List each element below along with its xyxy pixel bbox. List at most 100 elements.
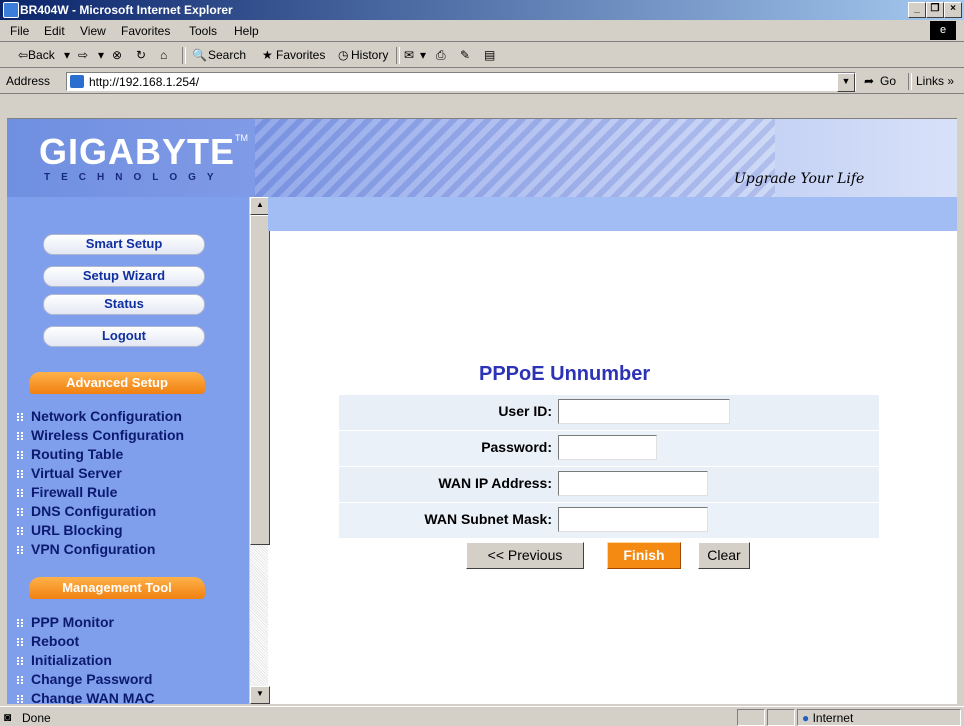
- password-input[interactable]: [558, 435, 657, 460]
- forward-dropdown-icon[interactable]: ▾: [98, 48, 104, 62]
- scroll-down-icon[interactable]: ▼: [250, 686, 270, 704]
- status-page-icon: ◙: [4, 710, 12, 724]
- sidebar-item-wireless-configuration[interactable]: Wireless Configuration: [17, 428, 184, 443]
- go-button[interactable]: Go: [880, 74, 896, 88]
- bullet-icon: [17, 638, 23, 646]
- sidebar-scrollbar[interactable]: ▲ ▼: [249, 197, 270, 704]
- wan-ip-address-label: WAN IP Address:: [438, 475, 552, 491]
- sidebar-item-ppp-monitor[interactable]: PPP Monitor: [17, 615, 114, 630]
- search-icon: 🔍: [192, 48, 207, 62]
- stop-button[interactable]: ⊗: [112, 48, 122, 62]
- form-row-user-id: User ID:: [339, 395, 879, 430]
- sidebar-item-change-wan-mac[interactable]: Change WAN MAC: [17, 691, 155, 704]
- password-label: Password:: [481, 439, 552, 455]
- links-button[interactable]: Links »: [916, 74, 954, 88]
- bullet-icon: [17, 619, 23, 627]
- address-input[interactable]: http://192.168.1.254/ ▼: [66, 72, 856, 92]
- mail-dropdown-icon[interactable]: ▾: [420, 48, 426, 62]
- gigabyte-logo: GIGABYTE: [39, 131, 236, 172]
- home-button[interactable]: ⌂: [160, 48, 167, 62]
- address-dropdown-button[interactable]: ▼: [837, 73, 855, 92]
- maximize-button[interactable]: ❐: [926, 2, 944, 18]
- clear-button[interactable]: Clear: [698, 542, 750, 569]
- forward-button[interactable]: ⇨: [78, 48, 88, 62]
- form-row-password: Password:: [339, 431, 879, 466]
- scroll-up-icon[interactable]: ▲: [250, 197, 270, 215]
- trademark-mark: TM: [235, 133, 248, 143]
- go-arrow-icon[interactable]: ➦: [864, 74, 874, 88]
- standard-toolbar: ⇦Back ▾ ⇨ ▾ ⊗ ↻ ⌂ 🔍 Search ★ Favorites ◷…: [0, 43, 964, 68]
- bullet-icon: [17, 508, 23, 516]
- menu-view[interactable]: View: [80, 24, 106, 38]
- bullet-icon: [17, 527, 23, 535]
- menu-edit[interactable]: Edit: [44, 24, 65, 38]
- ie-throbber-logo: e: [930, 21, 956, 40]
- back-dropdown-icon[interactable]: ▾: [64, 48, 70, 62]
- favorites-button[interactable]: Favorites: [276, 48, 325, 62]
- bullet-icon: [17, 451, 23, 459]
- mail-icon[interactable]: ✉: [404, 48, 414, 62]
- menu-favorites[interactable]: Favorites: [121, 24, 170, 38]
- bullet-icon: [17, 657, 23, 665]
- discuss-icon[interactable]: ▤: [484, 48, 495, 62]
- status-zone: Internet: [812, 711, 854, 725]
- sidebar-item-reboot[interactable]: Reboot: [17, 634, 79, 649]
- address-bar: Address http://192.168.1.254/ ▼ ➦ Go Lin…: [0, 69, 964, 94]
- menu-file[interactable]: File: [10, 24, 29, 38]
- bullet-icon: [17, 676, 23, 684]
- sidebar-item-change-password[interactable]: Change Password: [17, 672, 152, 687]
- status-button[interactable]: Status: [43, 294, 205, 315]
- wan-subnet-mask-input[interactable]: [558, 507, 708, 532]
- scrollbar-thumb[interactable]: [250, 215, 270, 545]
- banner-slogan: Upgrade Your Life: [734, 171, 865, 187]
- print-icon[interactable]: ⎙: [436, 48, 446, 63]
- previous-button[interactable]: << Previous: [466, 542, 584, 569]
- page-title: PPPoE Unnumber: [479, 363, 651, 385]
- sidebar-item-initialization[interactable]: Initialization: [17, 653, 112, 668]
- wan-ip-address-input[interactable]: [558, 471, 708, 496]
- banner-keyboard-image: [255, 119, 775, 197]
- setup-wizard-button[interactable]: Setup Wizard: [43, 266, 205, 287]
- minimize-button[interactable]: _: [908, 2, 926, 18]
- finish-button[interactable]: Finish: [607, 542, 681, 569]
- sidebar-item-url-blocking[interactable]: URL Blocking: [17, 523, 123, 538]
- gigabyte-banner: GIGABYTE TM TECHNOLOGY Upgrade Your Life: [7, 119, 957, 197]
- toolbar-separator: [182, 47, 186, 64]
- user-id-input[interactable]: [558, 399, 730, 424]
- edit-icon[interactable]: ✎: [460, 48, 470, 62]
- close-button[interactable]: ×: [944, 2, 962, 18]
- logout-button[interactable]: Logout: [43, 326, 205, 347]
- sidebar-item-dns-configuration[interactable]: DNS Configuration: [17, 504, 156, 519]
- status-zone-panel: ● Internet: [797, 709, 961, 726]
- bullet-icon: [17, 489, 23, 497]
- menu-tools[interactable]: Tools: [189, 24, 217, 38]
- sidebar-item-vpn-configuration[interactable]: VPN Configuration: [17, 542, 155, 557]
- history-icon: ◷: [338, 48, 349, 62]
- toolbar-separator: [396, 47, 400, 64]
- gigabyte-logo-subtitle: TECHNOLOGY: [44, 172, 225, 183]
- sidebar-item-virtual-server[interactable]: Virtual Server: [17, 466, 122, 481]
- favorites-icon: ★: [262, 48, 273, 62]
- refresh-button[interactable]: ↻: [136, 48, 146, 62]
- status-panel-security: [767, 709, 795, 726]
- status-bar: ◙ Done ● Internet: [0, 706, 964, 726]
- sidebar-item-routing-table[interactable]: Routing Table: [17, 447, 123, 462]
- status-panel-progress: [737, 709, 765, 726]
- management-tool-header: Management Tool: [29, 577, 205, 599]
- toolbar-separator: [908, 73, 912, 90]
- user-id-label: User ID:: [498, 403, 552, 419]
- sidebar-item-firewall-rule[interactable]: Firewall Rule: [17, 485, 117, 500]
- address-label: Address: [6, 74, 51, 88]
- window-title: BR404W - Microsoft Internet Explorer: [20, 3, 233, 17]
- search-button[interactable]: Search: [208, 48, 246, 62]
- back-button[interactable]: ⇦Back: [18, 48, 55, 62]
- menu-help[interactable]: Help: [234, 24, 259, 38]
- smart-setup-button[interactable]: Smart Setup: [43, 234, 205, 255]
- window-title-bar[interactable]: BR404W - Microsoft Internet Explorer _ ❐…: [0, 0, 964, 20]
- ie-window-icon: [3, 2, 19, 18]
- address-url: http://192.168.1.254/: [89, 75, 200, 89]
- content-header-strip: [268, 197, 957, 231]
- bullet-icon: [17, 432, 23, 440]
- sidebar-item-network-configuration[interactable]: Network Configuration: [17, 409, 182, 424]
- history-button[interactable]: History: [351, 48, 388, 62]
